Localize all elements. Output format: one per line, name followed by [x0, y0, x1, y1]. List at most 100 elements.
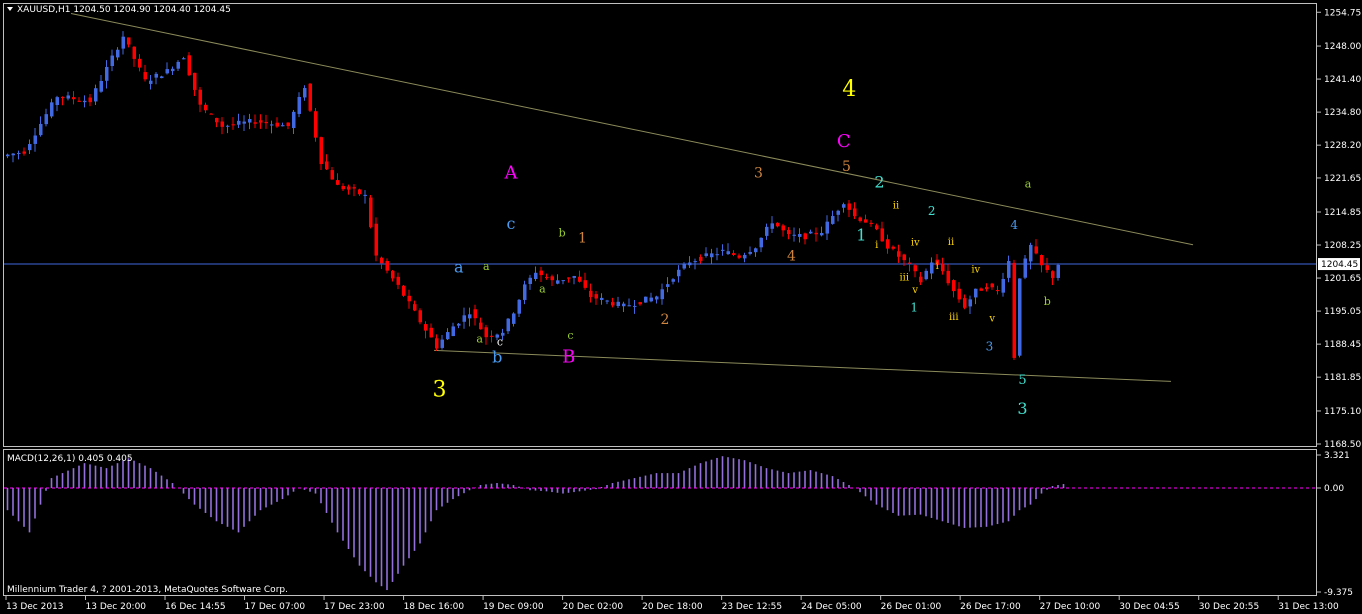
candle-body [523, 284, 527, 300]
candle-body [484, 327, 488, 338]
candle-body [534, 272, 538, 280]
wave-label: C [837, 131, 851, 152]
candle-body [605, 300, 609, 302]
candle-body [292, 111, 296, 129]
candle-body [198, 89, 202, 105]
candle-body [226, 125, 230, 127]
wave-label: i [936, 261, 939, 272]
chart-title: XAUUSD,H1 1204.50 1204.90 1204.40 1204.4… [17, 5, 231, 15]
time-tick-label: 30 Dec 20:55 [1199, 602, 1260, 612]
candle-body [88, 97, 92, 103]
macd-title: MACD(12,26,1) 0.405 0.405 [7, 454, 133, 464]
candle-body [28, 144, 32, 151]
candle-body [462, 315, 466, 322]
wave-label: v [911, 285, 918, 296]
wave-label: ii [948, 237, 954, 248]
candle-body [259, 120, 263, 123]
candle-body [1045, 265, 1049, 270]
wave-label: b [1044, 295, 1051, 308]
candle-body [622, 303, 626, 307]
candle-body [248, 119, 252, 123]
time-tick-label: 13 Dec 2013 [6, 602, 64, 612]
candle-body [633, 305, 637, 307]
price-tick-label: 1188.45 [1324, 340, 1361, 350]
candle-body [611, 302, 615, 306]
wave-label: B [562, 346, 575, 367]
candle-body [726, 251, 730, 255]
candle-body [1056, 264, 1060, 278]
wave-label: c [507, 214, 516, 233]
candle-body [160, 76, 164, 79]
candle-body [671, 279, 675, 282]
candle-body [776, 222, 780, 227]
candle-body [891, 246, 895, 249]
candle-body [193, 72, 197, 90]
candle-body [308, 83, 312, 111]
candle-body [380, 257, 384, 264]
candle-body [627, 305, 631, 307]
candle-body [1012, 262, 1016, 358]
candle-body [451, 326, 455, 337]
candle-body [171, 68, 175, 72]
price-tick-label: 1208.25 [1324, 241, 1361, 251]
price-tick-label: 1248.00 [1324, 42, 1361, 52]
macd-tick-label: -9.375 [1324, 588, 1353, 598]
time-tick-label: 13 Dec 20:00 [86, 602, 147, 612]
candle-body [61, 96, 65, 98]
candle-body [11, 153, 15, 156]
time-tick-label: 16 Dec 14:55 [165, 602, 226, 612]
wave-label: 4 [787, 248, 796, 264]
price-tick-label: 1228.20 [1324, 141, 1361, 151]
candle-body [347, 186, 351, 190]
time-tick-label: 18 Dec 16:00 [404, 602, 465, 612]
candle-body [66, 95, 70, 99]
wave-label: iii [949, 312, 959, 323]
candle-body [660, 289, 664, 300]
candle-body [704, 253, 708, 256]
candle-body [303, 88, 307, 98]
candle-body [275, 122, 279, 127]
candle-body [512, 313, 516, 324]
candle-body [237, 120, 241, 125]
candle-body [743, 254, 747, 259]
wave-label: c [497, 335, 503, 348]
wave-label: 5 [842, 159, 851, 175]
candle-body [682, 263, 686, 269]
price-tick-label: 1201.65 [1324, 274, 1361, 284]
candle-body [440, 339, 444, 348]
candle-body [825, 221, 829, 234]
candle-body [424, 324, 428, 331]
candle-body [39, 123, 43, 136]
candle-body [446, 332, 450, 340]
candle-body [187, 55, 191, 76]
candle-body [858, 217, 862, 222]
candle-body [44, 114, 48, 125]
candle-body [1034, 246, 1038, 254]
wave-label: a [476, 332, 483, 345]
wave-label: 3 [986, 339, 994, 353]
candle-body [17, 152, 21, 154]
candle-body [539, 270, 543, 276]
wave-label: 4 [842, 77, 856, 102]
candle-body [946, 270, 950, 284]
candle-body [732, 253, 736, 255]
candle-body [908, 262, 912, 264]
macd-tick-label: 3.321 [1324, 451, 1350, 461]
candle-body [693, 261, 697, 263]
wave-label: 3 [754, 166, 763, 182]
price-tick-label: 1195.05 [1324, 307, 1361, 317]
candle-body [1007, 261, 1011, 278]
candle-body [110, 55, 114, 67]
candle-body [798, 234, 802, 237]
candle-body [6, 154, 10, 157]
candle-body [897, 251, 901, 257]
candle-body [875, 225, 879, 230]
candle-body [792, 234, 796, 236]
price-tick-label: 1221.65 [1324, 174, 1361, 184]
wave-label: ii [893, 201, 899, 212]
candle-body [655, 296, 659, 300]
candle-body [457, 323, 461, 326]
candle-body [242, 121, 246, 124]
candle-body [688, 262, 692, 266]
time-tick-label: 31 Dec 13:00 [1278, 602, 1339, 612]
